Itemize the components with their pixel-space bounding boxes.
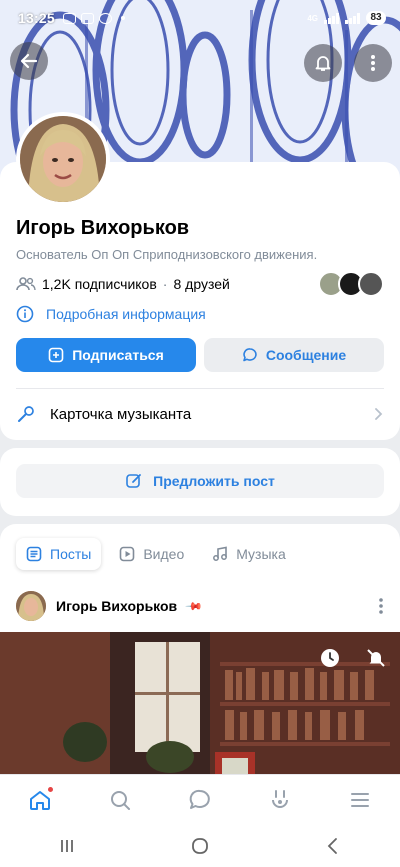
facebook-icon <box>98 12 112 24</box>
network-type: 4G <box>307 13 318 23</box>
clock-icon <box>321 649 339 667</box>
action-buttons: Подписаться Сообщение <box>16 338 384 372</box>
microphone-icon <box>18 406 34 422</box>
bell-icon <box>315 56 331 71</box>
stats-separator: · <box>162 276 168 292</box>
tab-music-label: Музыка <box>236 546 286 562</box>
users-icon <box>16 277 36 291</box>
chevron-right-icon <box>375 408 383 420</box>
message-button[interactable]: Сообщение <box>204 338 384 372</box>
divider <box>16 388 384 389</box>
add-square-icon <box>48 347 64 363</box>
system-back-icon[interactable] <box>323 836 343 856</box>
more-info-link[interactable]: Подробная информация <box>16 305 206 323</box>
suggest-post-label: Предложить пост <box>153 473 275 489</box>
clips-icon <box>272 789 288 808</box>
suggest-post-button[interactable]: Предложить пост <box>16 464 384 498</box>
back-button[interactable] <box>10 42 48 80</box>
messages-icon <box>189 789 210 809</box>
subscribe-label: Подписаться <box>72 347 164 363</box>
more-info-label: Подробная информация <box>46 306 206 322</box>
nav-menu[interactable] <box>340 780 380 820</box>
pin-icon: 📌 <box>184 597 203 616</box>
signal-icon-2 <box>345 12 360 24</box>
bottom-navigation <box>0 774 400 824</box>
notifications-button[interactable] <box>304 44 342 82</box>
tab-music[interactable]: Музыка <box>202 538 296 570</box>
subscribers-count[interactable]: 1,2K подписчиков <box>42 276 157 292</box>
menu-icon <box>351 792 369 807</box>
musician-card-label: Карточка музыканта <box>50 405 192 423</box>
profile-avatar[interactable] <box>16 112 110 206</box>
nav-search[interactable] <box>100 780 140 820</box>
battery-indicator: 83 <box>366 11 386 25</box>
arrow-left-icon <box>20 53 38 69</box>
status-bar: 13:25 4G 83 <box>0 0 400 36</box>
tab-posts-label: Посты <box>50 546 92 562</box>
tab-posts[interactable]: Посты <box>16 538 102 570</box>
post-avatar-photo <box>16 591 46 621</box>
notification-dot-icon <box>120 16 125 20</box>
watch-later-button[interactable] <box>316 644 344 672</box>
message-label: Сообщение <box>265 347 347 363</box>
nav-home[interactable] <box>20 780 60 820</box>
friend-avatar <box>358 271 384 297</box>
profile-status: Основатель Оп Оп Сприподнизовского движе… <box>16 247 318 262</box>
friends-avatars[interactable] <box>318 271 384 297</box>
signal-icon <box>324 12 339 24</box>
info-icon <box>16 305 34 323</box>
friends-count[interactable]: 8 друзей <box>173 276 229 292</box>
music-note-icon <box>213 546 228 561</box>
post-header: Игорь Вихорьков 📌 <box>16 590 384 622</box>
bell-off-icon <box>367 649 385 667</box>
video-icon <box>120 546 135 562</box>
message-bubble-icon <box>243 348 257 362</box>
nav-clips[interactable] <box>260 780 300 820</box>
home-circle-icon[interactable] <box>190 836 210 856</box>
system-navigation <box>0 824 400 867</box>
tab-video-label: Видео <box>143 546 185 562</box>
notification-dot <box>47 785 54 793</box>
recent-apps-icon[interactable] <box>57 836 77 856</box>
musician-card-row[interactable]: Карточка музыканта <box>0 394 400 434</box>
post-media[interactable] <box>0 632 400 784</box>
tab-video[interactable]: Видео <box>109 538 194 570</box>
mute-button[interactable] <box>362 644 390 672</box>
post-author-avatar[interactable] <box>16 591 46 621</box>
more-options-button[interactable] <box>354 44 392 82</box>
vertical-dots-icon <box>371 55 375 71</box>
avatar-photo <box>20 116 106 202</box>
feed-card: Посты Видео Музыка Игорь Вихорьков 📌 <box>0 524 400 784</box>
post-author-name[interactable]: Игорь Вихорьков <box>56 598 177 614</box>
post-more-icon[interactable] <box>378 597 384 615</box>
suggest-post-card: Предложить пост <box>0 448 400 516</box>
nav-messages[interactable] <box>180 780 220 820</box>
profile-stats[interactable]: 1,2K подписчиков · 8 друзей <box>16 276 230 292</box>
subscribe-button[interactable]: Подписаться <box>16 338 196 372</box>
youtube-icon <box>80 12 94 24</box>
posts-icon <box>26 546 42 562</box>
content-tabs: Посты Видео Музыка <box>16 538 296 570</box>
search-icon <box>111 790 130 810</box>
screenshot-icon <box>62 12 76 24</box>
edit-icon <box>126 474 142 488</box>
profile-name: Игорь Вихорьков <box>16 217 190 239</box>
status-time: 13:25 <box>18 10 55 26</box>
